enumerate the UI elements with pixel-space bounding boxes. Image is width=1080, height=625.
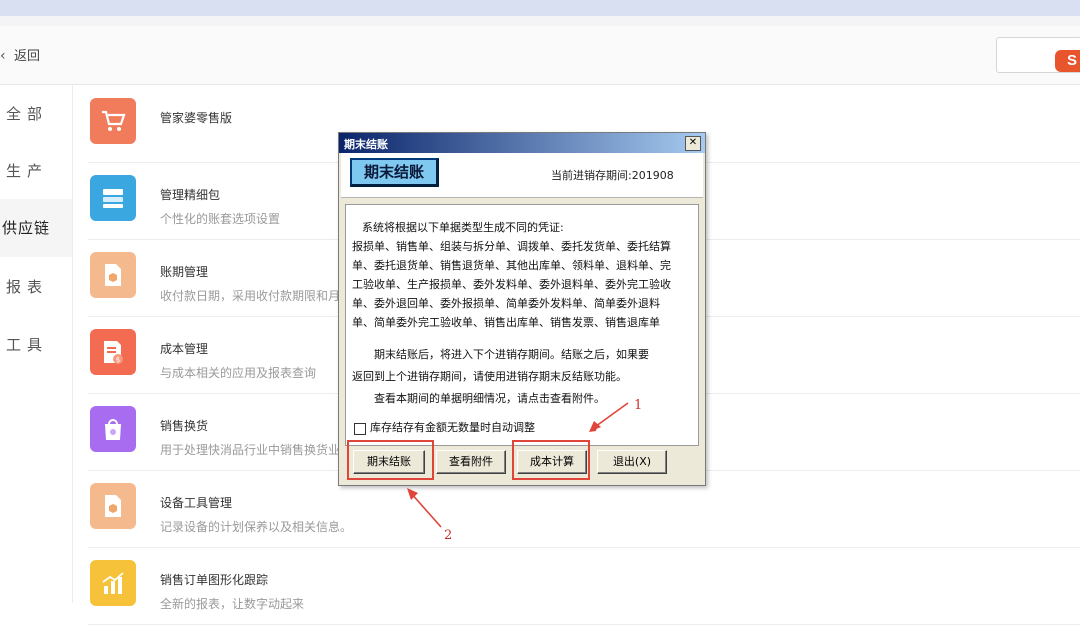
annotation-number: 1 [634,398,643,413]
category-sidebar: 全部 生产 供应链 报表 工具 [0,85,73,603]
chart-icon [90,560,136,606]
layers-icon [90,175,136,221]
chevron-left-icon: ‹ [0,48,6,64]
app-desc: 收付款日期，采用收付款期限和月 [160,289,341,303]
top-gap [0,16,1080,26]
app-desc: 与成本相关的应用及报表查询 [160,366,317,380]
app-title: 销售换货 [160,419,209,433]
back-button[interactable]: ‹ 返回 [0,45,40,64]
info-line: 单、委外退回单、委外报损单、简单委外发料单、简单委外退料 [352,297,660,310]
info-line: 查看本期间的单据明细情况，请点击查看附件。 [374,392,605,405]
sidebar-item-production[interactable]: 生产 [0,142,72,200]
app-desc: 用于处理快消品行业中销售换货业务 [160,443,353,457]
dialog-banner: 期末结账 当前进销存期间:201908 [341,153,703,198]
sidebar-item-all[interactable]: 全部 [0,85,72,143]
app-title: 账期管理 [160,265,209,279]
app-title: 销售订单图形化跟踪 [160,573,269,587]
sidebar-item-supply-chain[interactable]: 供应链 [0,199,72,257]
app-title: 管家婆零售版 [160,111,233,125]
info-line: 期末结账后，将进入下个进销存期间。结账之后，如果要 [374,348,649,361]
info-line: 单、简单委外完工验收单、销售出库单、销售发票、销售退库单 [352,316,660,329]
document-box-icon [90,252,136,298]
browser-top-strip [0,0,1080,17]
info-line: 系统将根据以下单据类型生成不同的凭证: [362,221,564,234]
app-desc: 个性化的账套选项设置 [160,212,281,226]
info-line: 报损单、销售单、组装与拆分单、调拨单、委托发货单、委托结算 [352,240,671,253]
svg-text:$: $ [116,356,120,364]
ime-logo-icon: S [1055,50,1080,72]
close-icon[interactable]: ✕ [685,136,701,151]
period-close-dialog: 期末结账 ✕ 期末结账 当前进销存期间:201908 系统将根据以下单据类型生成… [338,132,706,486]
annotation-number: 2 [444,528,453,543]
view-attachment-button[interactable]: 查看附件 [436,450,506,474]
app-title: 设备工具管理 [160,496,233,510]
search-input[interactable]: S [996,37,1080,73]
app-title: 管理精细包 [160,188,221,202]
app-desc: 全新的报表，让数字动起来 [160,597,305,611]
dialog-titlebar[interactable]: 期末结账 ✕ [339,133,705,153]
sidebar-item-reports[interactable]: 报表 [0,258,72,316]
dialog-info-panel: 系统将根据以下单据类型生成不同的凭证: 报损单、销售单、组装与拆分单、调拨单、委… [345,204,699,446]
dialog-title: 期末结账 [344,138,388,151]
auto-adjust-label: 库存结存有金额无数量时自动调整 [370,421,535,434]
highlight-close-period [347,440,434,480]
app-title: 成本管理 [160,342,209,356]
page-header: ‹ 返回 S [0,26,1080,85]
current-period-label: 当前进销存期间:201908 [551,169,674,182]
info-line: 单、委托退货单、销售退货单、其他出库单、领料单、退料单、完 [352,259,671,272]
back-label: 返回 [14,49,41,64]
highlight-cost-calc [512,440,590,480]
info-line: 返回到上个进销存期间，请使用进销存期末反结账功能。 [352,370,627,383]
auto-adjust-checkbox[interactable] [354,423,366,435]
banner-title: 期末结账 [350,158,439,187]
shopping-cart-icon [90,98,136,144]
document-box-icon [90,483,136,529]
sidebar-item-tools[interactable]: 工具 [0,316,72,374]
cost-document-icon: $ [90,329,136,375]
shopping-bag-icon [90,406,136,452]
info-line: 工验收单、生产报损单、委外发料单、委外退料单、委外完工验收 [352,278,671,291]
exit-button[interactable]: 退出(X) [597,450,667,474]
app-desc: 记录设备的计划保养以及相关信息。 [160,520,353,534]
list-item[interactable]: 销售订单图形化跟踪 全新的报表，让数字动起来 [88,547,1080,625]
